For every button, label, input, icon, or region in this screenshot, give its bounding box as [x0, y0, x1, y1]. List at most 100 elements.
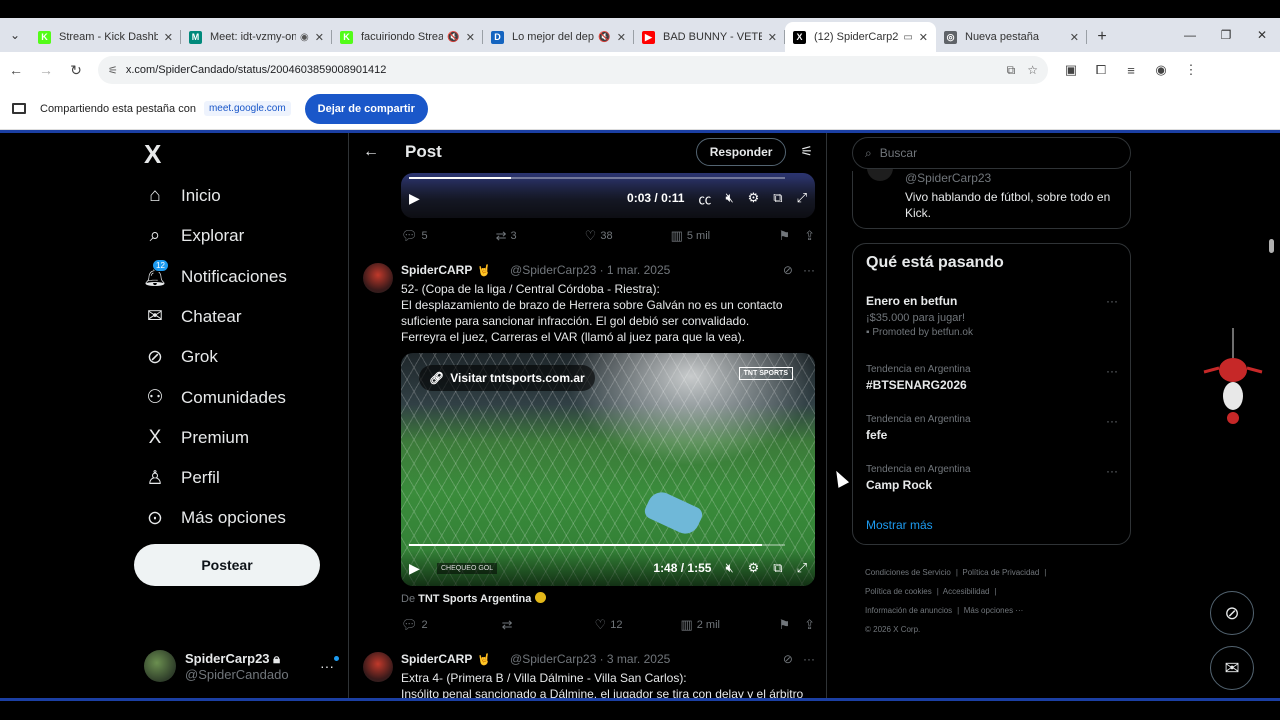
- back-button[interactable]: ←: [2, 56, 30, 84]
- maximize-button[interactable]: ❐: [1208, 18, 1244, 52]
- tweet-date[interactable]: 1 mar. 2025: [607, 263, 670, 277]
- reload-button[interactable]: ↻: [62, 56, 90, 84]
- grok-icon[interactable]: ⊘: [783, 263, 793, 277]
- nav-item-comunidades[interactable]: ⚇ Comunidades: [144, 378, 285, 418]
- media-source[interactable]: De TNT Sports Argentina: [401, 592, 547, 605]
- nav-item-más-opciones[interactable]: ⊙ Más opciones: [144, 498, 286, 538]
- mute-icon[interactable]: 🔇︎: [725, 190, 733, 206]
- sharing-host[interactable]: meet.google.com: [203, 101, 291, 116]
- browser-tab[interactable]: K Stream - Kick Dashboard ✕: [30, 22, 181, 52]
- fullscreen-icon[interactable]: ⤢: [797, 560, 807, 576]
- repost-action[interactable]: ⇄ 3: [496, 228, 517, 244]
- tab-close-icon[interactable]: ✕: [617, 31, 626, 44]
- scrollbar-thumb[interactable]: [1269, 239, 1274, 253]
- search-input[interactable]: ⌕ Buscar: [852, 137, 1131, 169]
- browser-tab[interactable]: M Meet: idt-vzmy-on ◉ ✕: [181, 22, 332, 52]
- site-info-icon[interactable]: ⚟: [108, 64, 118, 77]
- tweet-author-name[interactable]: SpiderCARP: [401, 652, 472, 666]
- reply-button[interactable]: Responder: [695, 137, 787, 166]
- views-action[interactable]: ▥ 5 mil: [671, 228, 711, 244]
- trend-more-icon[interactable]: ···: [1106, 464, 1118, 478]
- tab-close-icon[interactable]: ✕: [315, 31, 324, 44]
- settings-sliders-icon[interactable]: ⚟: [800, 143, 813, 160]
- browser-menu-icon[interactable]: ⋮: [1176, 62, 1206, 78]
- tab-close-icon[interactable]: ✕: [466, 31, 475, 44]
- nav-item-premium[interactable]: X Premium: [144, 418, 249, 458]
- browser-tab[interactable]: ▶ BAD BUNNY - VETE | V ✕: [634, 22, 785, 52]
- stop-sharing-button[interactable]: Dejar de compartir: [304, 93, 428, 124]
- account-more-icon[interactable]: ···: [320, 656, 339, 674]
- nav-item-chatear[interactable]: ✉ Chatear: [144, 297, 241, 337]
- video-player[interactable]: 🔗︎ Visitar tntsports.com.ar TNT SPORTS ▶ …: [401, 353, 815, 586]
- mail-fab-icon[interactable]: ✉: [1210, 646, 1254, 690]
- profile-icon[interactable]: ◉: [1146, 62, 1176, 78]
- footer-link[interactable]: Más opciones ···: [964, 606, 1024, 615]
- tab-search-button[interactable]: ⌄: [0, 18, 30, 52]
- tab-indicator-icon[interactable]: ◉: [300, 32, 309, 43]
- tab-close-icon[interactable]: ✕: [1070, 31, 1079, 44]
- extension-icon[interactable]: ▣: [1056, 62, 1086, 78]
- repost-action[interactable]: ⇄: [502, 617, 517, 633]
- visit-site-link[interactable]: 🔗︎ Visitar tntsports.com.ar: [419, 365, 595, 391]
- minimize-button[interactable]: —: [1172, 18, 1208, 52]
- video-progress[interactable]: [409, 544, 785, 546]
- settings-gear-icon[interactable]: ⚙: [748, 190, 760, 206]
- tweet-handle[interactable]: @SpiderCarp23: [510, 652, 596, 666]
- trend-more-icon[interactable]: ···: [1106, 364, 1118, 378]
- browser-tab[interactable]: Kfacuiriondo Stream🔇 ✕: [332, 22, 483, 52]
- x-logo-icon[interactable]: X: [144, 139, 161, 170]
- source-name[interactable]: TNT Sports Argentina: [418, 593, 531, 605]
- mute-icon[interactable]: 🔇︎: [725, 560, 733, 576]
- captions-icon[interactable]: ㏄: [698, 189, 711, 208]
- nav-item-grok[interactable]: ⊘ Grok: [144, 337, 218, 377]
- nav-item-explorar[interactable]: ⌕ Explorar: [144, 216, 245, 256]
- bio-handle[interactable]: @SpiderCarp23: [905, 171, 991, 185]
- play-icon[interactable]: ▶: [409, 560, 429, 577]
- trend-item[interactable]: Tendencia en Argentina fefe ···: [866, 414, 1118, 442]
- play-icon[interactable]: ▶: [409, 190, 429, 207]
- media-control-icon[interactable]: ≡: [1116, 63, 1146, 78]
- tweet-author-name[interactable]: SpiderCARP: [401, 263, 472, 277]
- tab-indicator-icon[interactable]: 🔇: [598, 32, 610, 43]
- video-player[interactable]: ▶ 0:03 / 0:11 ㏄ 🔇︎ ⚙ ⧉ ⤢: [401, 173, 815, 218]
- tweet-more-icon[interactable]: ···: [803, 652, 815, 666]
- tab-indicator-icon[interactable]: 🔇: [447, 32, 459, 43]
- tweet-more-icon[interactable]: ···: [803, 263, 815, 277]
- show-more-link[interactable]: Mostrar más: [866, 518, 933, 532]
- browser-tab[interactable]: D Lo mejor del deporte 🔇 ✕: [483, 22, 634, 52]
- trend-more-icon[interactable]: ···: [1106, 294, 1118, 308]
- extensions-puzzle-icon[interactable]: ⧠: [1086, 62, 1116, 78]
- forward-button[interactable]: →: [32, 56, 60, 84]
- footer-link[interactable]: Accesibilidad: [943, 587, 990, 596]
- grok-fab-icon[interactable]: ⊘: [1210, 591, 1254, 635]
- footer-link[interactable]: Política de cookies: [865, 587, 932, 596]
- tweet-handle[interactable]: @SpiderCarp23: [510, 263, 596, 277]
- views-action[interactable]: ▥ 2 mil: [680, 617, 720, 633]
- nav-item-perfil[interactable]: ♙ Perfil: [144, 458, 219, 498]
- reply-action[interactable]: 💬︎ 2: [401, 617, 428, 633]
- page-scrollbar[interactable]: [1268, 133, 1276, 698]
- footer-link[interactable]: Información de anuncios: [865, 606, 952, 615]
- pip-icon[interactable]: ⧉: [773, 190, 782, 206]
- like-action[interactable]: ♡ 12: [595, 617, 623, 633]
- bookmark-icon[interactable]: ⚑: [778, 228, 790, 244]
- tab-close-icon[interactable]: ✕: [919, 31, 928, 44]
- close-window-button[interactable]: ✕: [1244, 18, 1280, 52]
- post-button[interactable]: Postear: [134, 544, 320, 586]
- new-tab-button[interactable]: +: [1087, 22, 1117, 52]
- tab-close-icon[interactable]: ✕: [768, 31, 777, 44]
- bookmark-icon[interactable]: ⚑: [778, 617, 790, 633]
- trend-item[interactable]: Tendencia en Argentina #BTSENARG2026 ···: [866, 364, 1118, 392]
- bookmark-star-icon[interactable]: ☆: [1027, 63, 1038, 77]
- nav-item-inicio[interactable]: ⌂ Inicio: [144, 176, 220, 216]
- address-bar[interactable]: ⚟ x.com/SpiderCandado/status/20046038590…: [98, 56, 1048, 84]
- share-icon[interactable]: ⇪: [804, 617, 815, 633]
- trend-item[interactable]: Enero en betfun ¡$35.000 para jugar! ▪ P…: [866, 294, 1118, 338]
- fullscreen-icon[interactable]: ⤢: [797, 190, 807, 206]
- tweet-date[interactable]: 3 mar. 2025: [607, 652, 670, 666]
- like-action[interactable]: ♡ 38: [585, 228, 613, 244]
- nav-item-notificaciones[interactable]: 🔔︎ 12 Notificaciones: [143, 257, 287, 297]
- tab-indicator-icon[interactable]: ▭: [903, 32, 912, 43]
- browser-tab[interactable]: ◎ Nueva pestaña ✕: [936, 22, 1087, 52]
- account-switcher[interactable]: SpiderCarp23 🔒︎ @SpiderCandado ···: [144, 648, 339, 684]
